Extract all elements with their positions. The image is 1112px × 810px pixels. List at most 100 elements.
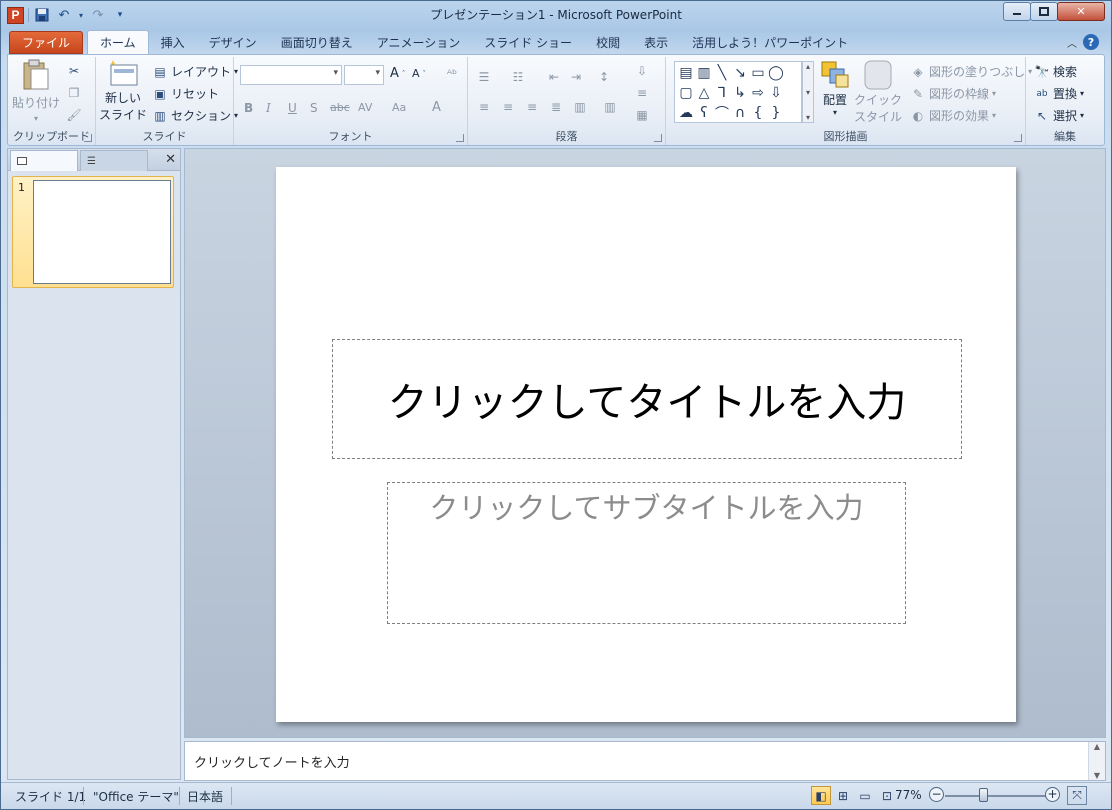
rectangle-shape-icon[interactable]: ▭ bbox=[749, 63, 767, 83]
tab-insert[interactable]: 挿入 bbox=[149, 31, 197, 54]
zoom-slider-thumb[interactable] bbox=[979, 788, 988, 802]
elbow-arrow-shape-icon[interactable]: ↳ bbox=[731, 83, 749, 103]
scribble-shape-icon[interactable]: ʕ bbox=[695, 103, 713, 123]
cut-icon[interactable]: ✂ bbox=[66, 63, 82, 79]
triangle-shape-icon[interactable]: △ bbox=[695, 83, 713, 103]
arrange-button[interactable]: 配置 ▾ bbox=[818, 59, 852, 117]
slide-thumbnail-selected[interactable]: 1 bbox=[12, 176, 174, 288]
left-brace-shape-icon[interactable]: { bbox=[749, 103, 767, 123]
shrink-font-icon[interactable]: Aˇ bbox=[412, 67, 426, 80]
shape-outline-button[interactable]: ✎ 図形の枠線 ▾ bbox=[910, 85, 996, 102]
drawing-launcher-icon[interactable] bbox=[1014, 134, 1022, 142]
slideshow-view-icon[interactable]: ⊡ bbox=[877, 786, 897, 805]
curve-shape-icon[interactable]: ∩ bbox=[731, 103, 749, 123]
shape-fill-button[interactable]: ◈ 図形の塗りつぶし ▾ bbox=[910, 63, 1032, 80]
arrow-line-shape-icon[interactable]: ↘ bbox=[731, 63, 749, 83]
zoom-level[interactable]: 77% bbox=[895, 788, 922, 802]
normal-view-icon[interactable]: ◧ bbox=[811, 786, 831, 805]
zoom-in-button[interactable]: + bbox=[1045, 787, 1060, 802]
reading-view-icon[interactable]: ▭ bbox=[855, 786, 875, 805]
slide-sorter-view-icon[interactable]: ⊞ bbox=[833, 786, 853, 805]
quick-style-button[interactable]: クイック スタイル bbox=[854, 59, 902, 125]
copy-icon[interactable]: ❐ bbox=[66, 85, 82, 101]
tab-custom[interactable]: 活用しよう！パワーポイント bbox=[680, 31, 860, 54]
notes-placeholder[interactable]: クリックしてノートを入力 bbox=[194, 752, 350, 771]
distributed-icon[interactable]: ▥ bbox=[572, 99, 588, 115]
slide-canvas[interactable]: クリックしてタイトルを入力 クリックしてサブタイトルを入力 bbox=[276, 167, 1016, 722]
tab-slides-thumbnails[interactable] bbox=[10, 150, 78, 171]
close-button[interactable]: ✕ bbox=[1057, 2, 1105, 21]
tab-file[interactable]: ファイル bbox=[9, 31, 84, 54]
minimize-button[interactable] bbox=[1003, 2, 1031, 21]
increase-indent-icon[interactable]: ⇥ bbox=[568, 69, 584, 85]
new-slide-button[interactable]: 新しい スライド bbox=[99, 59, 147, 123]
align-center-icon[interactable]: ≡ bbox=[500, 99, 516, 115]
line-shape-icon[interactable]: ╲ bbox=[713, 63, 731, 83]
layout-button[interactable]: ▤ レイアウト ▾ bbox=[152, 63, 238, 80]
notes-scrollbar[interactable]: ▲ ▼ bbox=[1088, 742, 1105, 780]
down-arrow-shape-icon[interactable]: ⇩ bbox=[767, 83, 785, 103]
find-button[interactable]: 🔭 検索 bbox=[1034, 63, 1078, 80]
shadow-icon[interactable]: S bbox=[310, 101, 318, 115]
oval-shape-icon[interactable]: ◯ bbox=[767, 63, 785, 83]
right-arrow-shape-icon[interactable]: ⇨ bbox=[749, 83, 767, 103]
vertical-textbox-shape-icon[interactable]: ▥ bbox=[695, 63, 713, 83]
smartart-icon[interactable]: ▦ bbox=[634, 107, 650, 123]
tab-home[interactable]: ホーム bbox=[87, 30, 149, 54]
slide-thumbnail[interactable] bbox=[33, 180, 171, 284]
columns-icon[interactable]: ▥ bbox=[602, 99, 618, 115]
font-color-icon[interactable]: A bbox=[432, 100, 441, 115]
minimize-ribbon-icon[interactable]: ︿ bbox=[1067, 35, 1077, 50]
select-button[interactable]: ↖ 選択 ▾ bbox=[1034, 107, 1084, 124]
char-spacing-icon[interactable]: AV bbox=[358, 101, 372, 114]
align-text-icon[interactable]: ≡ bbox=[634, 85, 650, 101]
justify-icon[interactable]: ≣ bbox=[548, 99, 564, 115]
arc-shape-icon[interactable]: ⌒ bbox=[713, 103, 731, 123]
tab-slideshow[interactable]: スライド ショー bbox=[472, 31, 584, 54]
rounded-rect-shape-icon[interactable]: ▢ bbox=[677, 83, 695, 103]
line-spacing-icon[interactable]: ↕ bbox=[596, 69, 612, 85]
section-button[interactable]: ▥ セクション ▾ bbox=[152, 107, 238, 124]
text-direction-icon[interactable]: ⇩ bbox=[634, 63, 650, 79]
shape-effects-button[interactable]: ◐ 図形の効果 ▾ bbox=[910, 107, 996, 124]
help-icon[interactable]: ? bbox=[1083, 34, 1099, 50]
clear-format-icon[interactable]: ᴬᵇ bbox=[444, 66, 460, 82]
tab-animations[interactable]: アニメーション bbox=[365, 31, 473, 54]
bold-icon[interactable]: B bbox=[244, 101, 253, 115]
notes-pane[interactable]: クリックしてノートを入力 ▲ ▼ bbox=[184, 741, 1106, 781]
shapes-scroll[interactable]: ▴ ▾ ▾ bbox=[802, 61, 814, 123]
tab-outline[interactable]: ☰ bbox=[80, 150, 148, 171]
zoom-slider-track[interactable] bbox=[945, 795, 1049, 797]
title-placeholder[interactable]: クリックしてタイトルを入力 bbox=[332, 339, 962, 459]
elbow-connector-shape-icon[interactable]: ⅂ bbox=[713, 83, 731, 103]
zoom-out-button[interactable]: − bbox=[929, 787, 944, 802]
maximize-button[interactable] bbox=[1030, 2, 1058, 21]
font-name-combo[interactable] bbox=[240, 65, 342, 85]
theme-name[interactable]: "Office テーマ" bbox=[93, 788, 179, 805]
language[interactable]: 日本語 bbox=[187, 788, 223, 805]
close-pane-icon[interactable]: ✕ bbox=[165, 152, 176, 167]
numbering-icon[interactable]: ☷ bbox=[510, 69, 526, 85]
font-launcher-icon[interactable] bbox=[456, 134, 464, 142]
tab-design[interactable]: デザイン bbox=[197, 31, 269, 54]
textbox-shape-icon[interactable]: ▤ bbox=[677, 63, 695, 83]
reset-button[interactable]: ▣ リセット bbox=[152, 85, 219, 102]
decrease-indent-icon[interactable]: ⇤ bbox=[546, 69, 562, 85]
strikethrough-icon[interactable]: abc bbox=[330, 101, 350, 114]
grow-font-icon[interactable]: Aˆ bbox=[390, 66, 405, 81]
freeform-shape-icon[interactable]: ☁ bbox=[677, 103, 695, 123]
replace-button[interactable]: ab 置換 ▾ bbox=[1034, 85, 1084, 102]
tab-view[interactable]: 表示 bbox=[632, 31, 680, 54]
tab-transitions[interactable]: 画面切り替え bbox=[269, 31, 365, 54]
tab-review[interactable]: 校閲 bbox=[584, 31, 632, 54]
fit-to-window-icon[interactable]: ⤧ bbox=[1067, 786, 1087, 805]
clipboard-launcher-icon[interactable] bbox=[84, 134, 92, 142]
font-size-combo[interactable] bbox=[344, 65, 384, 85]
change-case-icon[interactable]: Aa bbox=[392, 101, 406, 114]
underline-icon[interactable]: U bbox=[288, 101, 297, 115]
italic-icon[interactable]: I bbox=[266, 101, 271, 115]
align-left-icon[interactable]: ≡ bbox=[476, 99, 492, 115]
subtitle-placeholder[interactable]: クリックしてサブタイトルを入力 bbox=[387, 482, 906, 624]
right-brace-shape-icon[interactable]: } bbox=[767, 103, 785, 123]
shapes-gallery[interactable]: ▤ ▥ ╲ ↘ ▭ ◯ ▢ △ ⅂ ↳ ⇨ ⇩ ☁ ʕ ⌒ ∩ {} bbox=[674, 61, 802, 123]
